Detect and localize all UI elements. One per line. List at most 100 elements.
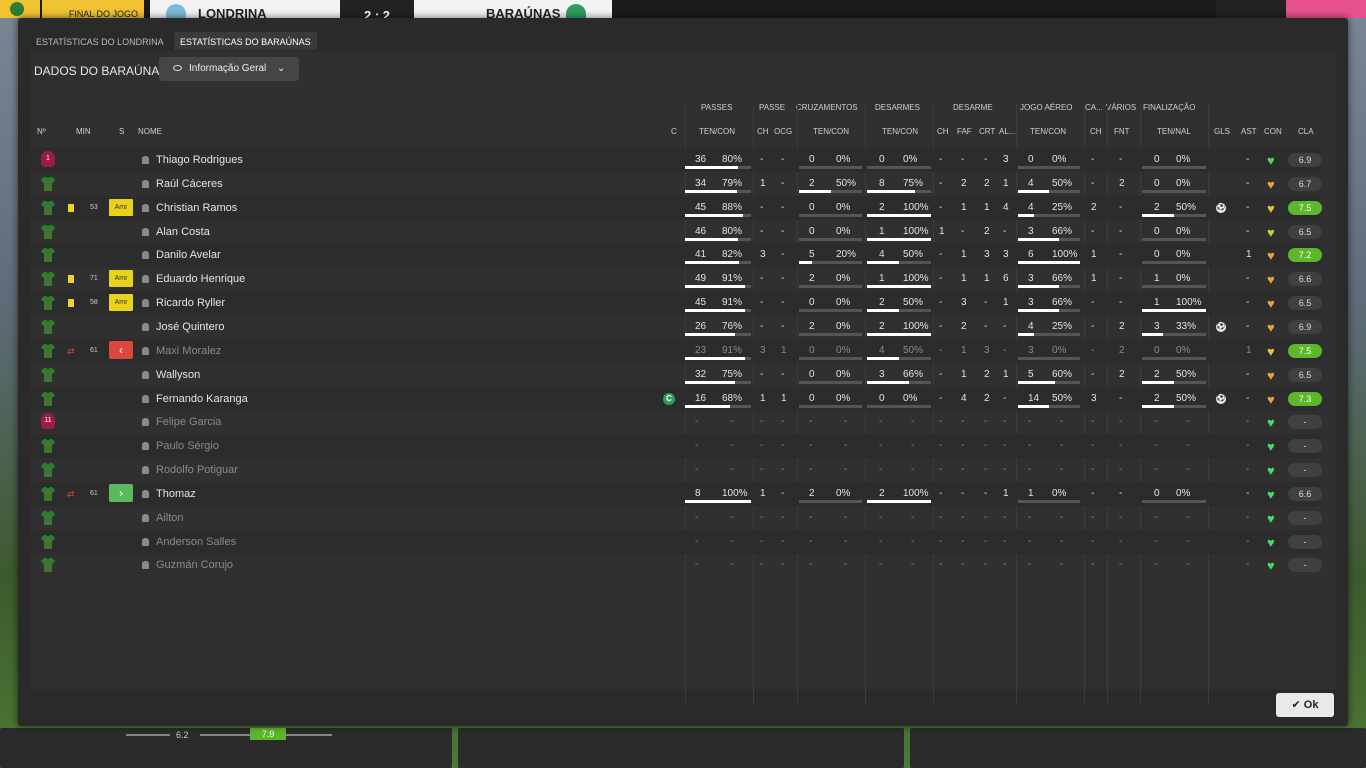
sub-on-icon: ›: [109, 483, 133, 502]
empty-stat: -: [1003, 559, 1007, 571]
player-name[interactable]: Maxi Moralez: [156, 339, 221, 363]
interceptions: -: [984, 297, 988, 309]
interceptions: 3: [984, 344, 990, 356]
column-header-15[interactable]: CH: [1090, 127, 1102, 136]
table-row[interactable]: Paulo Sérgio - - - - - - - - - - - - - - - - - - - ♥ -: [30, 434, 1322, 459]
interceptions: 1: [984, 273, 990, 285]
column-header-4[interactable]: C: [671, 127, 677, 136]
cards-ch: -: [1091, 177, 1095, 189]
rating-badge: 7.2: [1288, 248, 1322, 263]
shirt-icon: [41, 224, 55, 239]
shirt-icon: [41, 486, 55, 501]
player-name[interactable]: Christian Ramos: [156, 196, 237, 220]
column-header-18[interactable]: GLS: [1214, 127, 1230, 136]
player-name[interactable]: Guzmán Corujo: [156, 553, 233, 577]
column-header-19[interactable]: AST: [1241, 127, 1257, 136]
player-name[interactable]: Felipe Garcia: [156, 410, 221, 434]
column-header-14[interactable]: TEN/CON: [1030, 127, 1066, 136]
column-header-8[interactable]: TEN/CON: [813, 127, 849, 136]
table-row[interactable]: Ailton - - - - - - - - - - - - - - - - - - - ♥ -: [30, 506, 1322, 530]
player-name[interactable]: Alan Costa: [156, 220, 210, 244]
empty-stat: -: [760, 440, 764, 452]
condition-heart-icon: ♥: [1267, 248, 1275, 264]
tab-baraunas-stats[interactable]: ESTATÍSTICAS DO BARAÚNAS: [174, 32, 317, 50]
tackles-bar-fill: [867, 309, 899, 313]
column-header-3[interactable]: NOME: [138, 127, 162, 136]
tab-londrina-stats[interactable]: ESTATÍSTICAS DO LONDRINA: [30, 32, 170, 50]
column-header-16[interactable]: FNT: [1114, 127, 1130, 136]
column-header-0[interactable]: Nº: [37, 127, 46, 136]
player-name[interactable]: Thomaz: [156, 482, 196, 506]
column-header-1[interactable]: MIN: [76, 127, 91, 136]
empty-stat: -: [961, 464, 965, 476]
column-header-5[interactable]: TEN/CON: [699, 127, 735, 136]
table-row[interactable]: 1 Thiago Rodrigues 36 80% - -0 0% 0 0% - - -3 0 0% - -0…: [30, 148, 1322, 172]
player-name[interactable]: Rodolfo Potiguar: [156, 458, 238, 482]
column-header-7[interactable]: OCG: [774, 127, 792, 136]
table-row[interactable]: Raúl Cáceres 34 79% 1-2 50% 8 75% -2 2 1 4 50% -2 0 0%…: [30, 172, 1322, 196]
clearances: 3: [1003, 249, 1009, 261]
table-row[interactable]: Anderson Salles - - - - - - - - - - - - - - - - - - - ♥ -: [30, 529, 1322, 554]
table-row[interactable]: Alan Costa 46 80% - -0 0% 1 100% 1-2-3 66% - -0 0% - ♥…: [30, 220, 1322, 244]
table-row[interactable]: 71 Amr Eduardo Henrique 49 91% - -2 0% 1 100% -1 1 6…: [30, 267, 1322, 291]
empty-stat: -: [1246, 416, 1250, 428]
column-header-20[interactable]: CON: [1264, 127, 1282, 136]
player-name[interactable]: Thiago Rodrigues: [156, 148, 243, 172]
player-name[interactable]: José Quintero: [156, 315, 224, 339]
assists: 1: [1246, 344, 1252, 356]
empty-stat: -: [1091, 511, 1095, 523]
rating-badge: 6.6: [1288, 272, 1322, 287]
table-row[interactable]: 11 Felipe Garcia - - - - - - - - - - - - - - - - - - - ♥ -: [30, 410, 1322, 434]
column-header-12[interactable]: CRT: [979, 127, 995, 136]
column-header-13[interactable]: AL...: [999, 127, 1015, 136]
empty-stat: -: [1119, 559, 1123, 571]
empty-stat: -: [1246, 535, 1250, 547]
table-row[interactable]: ⇄ 61 ‹ Maxi Moralez 23 91% 3 1 0 0% 4 50% -1 3-3 0% -2 0…: [30, 338, 1322, 363]
column-header-9[interactable]: TEN/CON: [882, 127, 918, 136]
live-tag: [1286, 0, 1366, 18]
ok-button[interactable]: ✔ Ok: [1276, 693, 1334, 717]
shirt-icon: [41, 319, 55, 334]
table-row[interactable]: 58 Amr Ricardo Ryller 45 91% - -0 0% 2 50% -3-1 3 66…: [30, 291, 1322, 316]
table-row[interactable]: Rodolfo Potiguar - - - - - - - - - - - - - - - - - - - ♥ -: [30, 458, 1322, 482]
empty-stat: -: [1028, 464, 1032, 476]
assists: -: [1246, 154, 1250, 165]
empty-stat: -: [844, 559, 848, 571]
player-name[interactable]: Wallyson: [156, 363, 200, 387]
tackles-bar-fill: [867, 285, 931, 289]
column-header-10[interactable]: CH: [937, 127, 949, 136]
column-header-21[interactable]: CLA: [1298, 127, 1314, 136]
fouls: -: [961, 225, 965, 237]
empty-stat: -: [1246, 511, 1250, 523]
table-row[interactable]: José Quintero 26 76% - -2 0% 2 100% -2- -4 25% -2 3 3…: [30, 315, 1322, 339]
table-row[interactable]: 53 Amr Christian Ramos 45 88% - -0 0% 2 100% -1 1 4 4…: [30, 195, 1322, 220]
player-name[interactable]: Fernando Karanga: [156, 387, 248, 411]
column-header-6[interactable]: CH: [757, 127, 769, 136]
player-name[interactable]: Ailton: [156, 506, 184, 530]
empty-stat: -: [844, 535, 848, 547]
view-dropdown[interactable]: Informação Geral ⌄: [159, 57, 299, 81]
rating-badge: -: [1288, 463, 1322, 478]
shots-bar-fill: [1142, 309, 1206, 313]
interceptions: 2: [984, 225, 990, 237]
crosses-bar: [799, 332, 862, 336]
player-name[interactable]: Eduardo Henrique: [156, 267, 245, 291]
table-row[interactable]: Wallyson 32 75% - -0 0% 3 66% -1 2 1 5 60% -2 2 50% - ♥ 6.…: [30, 363, 1322, 387]
table-row[interactable]: ⇄ 61 › Thomaz 8 100% 1-2 0% 2 100% - - -1 1 0% - -0 0% - ♥ 6…: [30, 481, 1322, 506]
player-name[interactable]: Anderson Salles: [156, 530, 236, 554]
crosses-bar: [799, 499, 862, 503]
column-header-17[interactable]: TEN/NAL: [1157, 127, 1191, 136]
column-header-11[interactable]: FAF: [957, 127, 972, 136]
player-name[interactable]: Ricardo Ryller: [156, 291, 225, 315]
player-name[interactable]: Danilo Avelar: [156, 243, 221, 267]
table-row[interactable]: Fernando Karanga C 16 68% 1 1 0 0% 0 0% -4 2-14 50% 3…: [30, 386, 1322, 411]
key-passes: 1: [760, 392, 766, 404]
crosses-bar: [799, 285, 862, 289]
player-name[interactable]: Paulo Sérgio: [156, 434, 219, 458]
crosses-bar: [799, 166, 862, 169]
column-header-2[interactable]: S: [119, 127, 124, 136]
table-row[interactable]: Danilo Avelar 41 82% 3-5 20% 4 50% -1 3 3 6 100% 1-0…: [30, 243, 1322, 268]
table-row[interactable]: Guzmán Corujo - - - - - - - - - - - - - - - - - - - ♥ -: [30, 553, 1322, 577]
player-name[interactable]: Raúl Cáceres: [156, 172, 223, 196]
condition-heart-icon: ♥: [1267, 272, 1275, 288]
